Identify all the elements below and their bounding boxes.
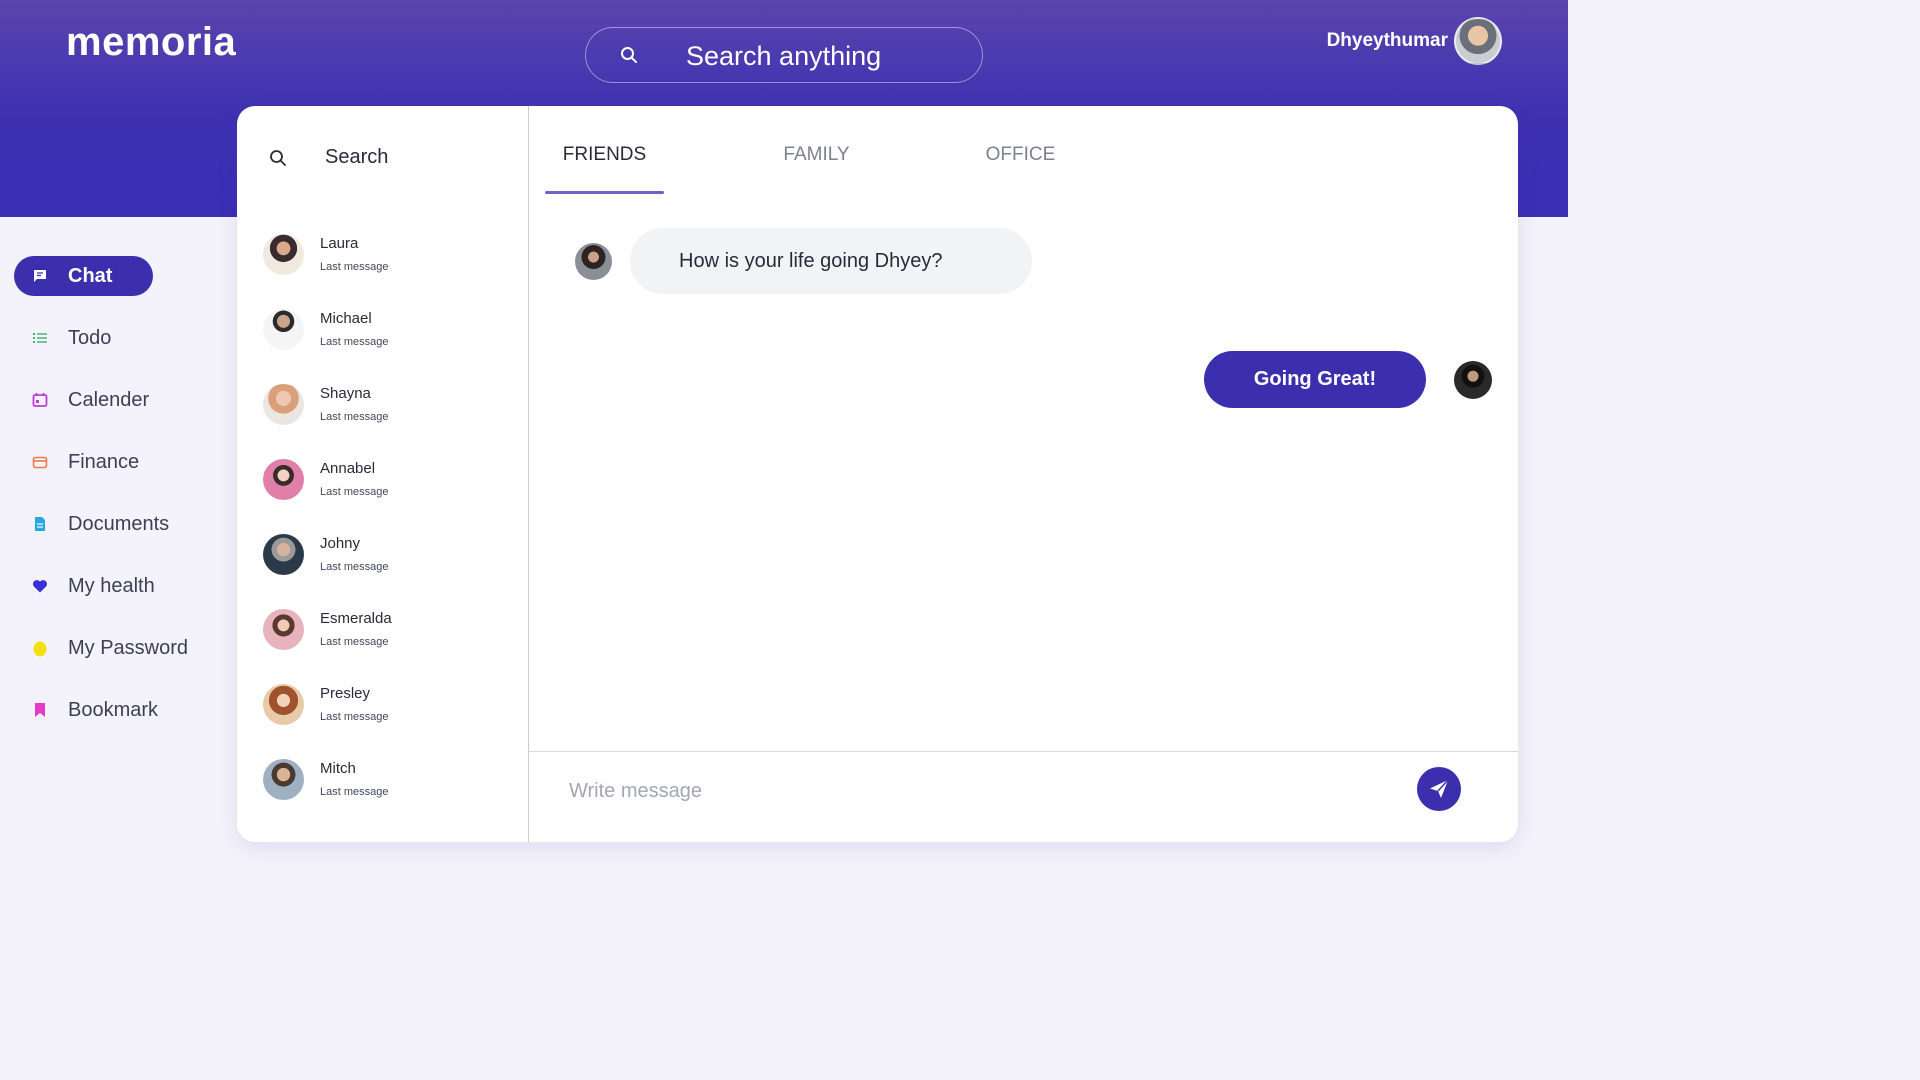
contact-name: Laura bbox=[320, 235, 359, 252]
incoming-message: How is your life going Dhyey? bbox=[575, 228, 1032, 294]
sidebar-item-calender[interactable]: Calender bbox=[14, 380, 214, 420]
contact-name: Annabel bbox=[320, 460, 376, 477]
message-composer bbox=[529, 751, 1518, 842]
list-icon bbox=[33, 333, 47, 343]
contact-last-message: Last message bbox=[320, 711, 389, 723]
sidebar-item-label: Finance bbox=[68, 450, 140, 473]
contact-item-johny[interactable]: Johny Last message bbox=[263, 534, 513, 609]
contact-item-mitch[interactable]: Mitch Last message bbox=[263, 759, 513, 834]
contact-last-message: Last message bbox=[320, 561, 389, 573]
contact-last-message: Last message bbox=[320, 486, 389, 498]
sidebar-item-label: My Password bbox=[68, 636, 189, 659]
sidebar-item-label: Calender bbox=[68, 388, 150, 411]
egg-icon bbox=[33, 641, 47, 657]
chat-panel: FRIENDS FAMILY OFFICE How is your life g… bbox=[529, 106, 1518, 842]
avatar bbox=[263, 534, 304, 575]
outgoing-message: Going Great! bbox=[1204, 351, 1492, 408]
contact-item-annabel[interactable]: Annabel Last message bbox=[263, 459, 513, 534]
contact-name: Esmeralda bbox=[320, 610, 392, 627]
global-search-input[interactable] bbox=[686, 36, 966, 76]
sidebar-item-bookmark[interactable]: Bookmark bbox=[14, 690, 214, 730]
contact-name: Michael bbox=[320, 310, 372, 327]
global-search-bar[interactable] bbox=[585, 27, 983, 83]
sidebar-item-label: Chat bbox=[68, 264, 113, 287]
contact-search-input[interactable] bbox=[325, 144, 505, 170]
sidebar-item-finance[interactable]: Finance bbox=[14, 442, 214, 482]
contact-item-michael[interactable]: Michael Last message bbox=[263, 309, 513, 384]
sidebar-item-my-password[interactable]: My Password bbox=[14, 628, 214, 668]
sidebar-item-label: Todo bbox=[68, 326, 112, 349]
sidebar-item-chat[interactable]: Chat bbox=[14, 256, 153, 296]
contact-name: Shayna bbox=[320, 385, 371, 402]
sender-avatar bbox=[575, 242, 612, 280]
contact-name: Mitch bbox=[320, 760, 356, 777]
user-avatar[interactable] bbox=[1454, 17, 1502, 65]
sidebar-item-my-health[interactable]: My health bbox=[14, 566, 214, 606]
avatar bbox=[263, 309, 304, 350]
card-icon bbox=[32, 456, 48, 469]
chat-tabs: FRIENDS FAMILY OFFICE bbox=[545, 144, 1145, 194]
bookmark-icon bbox=[35, 703, 45, 717]
contact-name: Presley bbox=[320, 685, 371, 702]
tab-family[interactable]: FAMILY bbox=[757, 144, 876, 194]
app-logo[interactable]: memoria bbox=[66, 20, 236, 65]
avatar bbox=[263, 234, 304, 275]
avatar bbox=[263, 609, 304, 650]
contact-search[interactable] bbox=[269, 144, 505, 170]
contact-item-presley[interactable]: Presley Last message bbox=[263, 684, 513, 759]
contact-list: Laura Last message Michael Last message … bbox=[263, 234, 513, 834]
sidebar-item-label: My health bbox=[68, 574, 155, 597]
chat-icon bbox=[34, 270, 46, 282]
send-icon bbox=[1430, 779, 1449, 798]
contact-last-message: Last message bbox=[320, 336, 389, 348]
tab-friends[interactable]: FRIENDS bbox=[545, 144, 664, 194]
sidebar-nav: Chat Todo Calender Finance Documents My … bbox=[14, 256, 214, 752]
user-message-avatar bbox=[1454, 360, 1492, 399]
contact-last-message: Last message bbox=[320, 261, 389, 273]
avatar bbox=[263, 759, 304, 800]
message-input[interactable] bbox=[569, 776, 1269, 806]
calendar-icon bbox=[32, 393, 48, 407]
document-icon bbox=[35, 517, 45, 531]
search-icon bbox=[270, 150, 286, 166]
contact-name: Johny bbox=[320, 535, 361, 552]
contact-item-laura[interactable]: Laura Last message bbox=[263, 234, 513, 309]
heart-icon bbox=[32, 580, 48, 593]
contact-last-message: Last message bbox=[320, 411, 389, 423]
sidebar-item-label: Documents bbox=[68, 512, 170, 535]
contact-last-message: Last message bbox=[320, 786, 389, 798]
avatar bbox=[263, 684, 304, 725]
user-profile[interactable]: Dhyeythumar bbox=[1327, 17, 1502, 65]
chat-card: Laura Last message Michael Last message … bbox=[237, 106, 1518, 842]
outgoing-message-bubble: Going Great! bbox=[1204, 351, 1426, 408]
sidebar-item-label: Bookmark bbox=[68, 698, 159, 721]
contacts-panel: Laura Last message Michael Last message … bbox=[237, 106, 529, 842]
send-button[interactable] bbox=[1417, 767, 1461, 811]
search-icon bbox=[621, 47, 637, 63]
avatar bbox=[263, 384, 304, 425]
contact-item-shayna[interactable]: Shayna Last message bbox=[263, 384, 513, 459]
sidebar-item-todo[interactable]: Todo bbox=[14, 318, 214, 358]
contact-item-esmeralda[interactable]: Esmeralda Last message bbox=[263, 609, 513, 684]
contact-last-message: Last message bbox=[320, 636, 389, 648]
avatar bbox=[263, 459, 304, 500]
user-name: Dhyeythumar bbox=[1326, 30, 1448, 51]
tab-office[interactable]: OFFICE bbox=[961, 144, 1080, 194]
incoming-message-bubble: How is your life going Dhyey? bbox=[630, 228, 1032, 294]
sidebar-item-documents[interactable]: Documents bbox=[14, 504, 214, 544]
